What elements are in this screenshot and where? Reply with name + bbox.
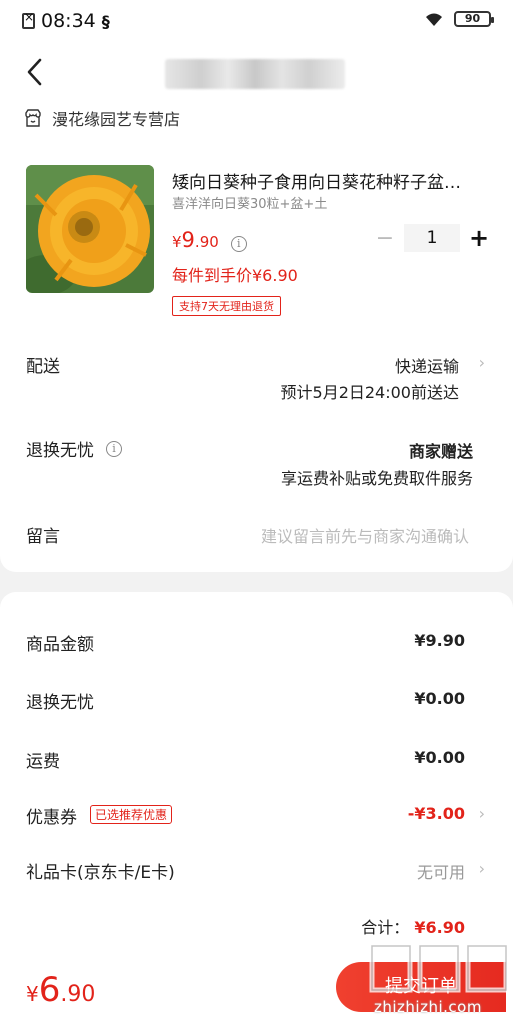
store-row[interactable]: 漫花缘园艺专营店 bbox=[24, 106, 180, 130]
coupon-value[interactable]: -¥3.00 bbox=[408, 804, 465, 823]
store-icon bbox=[24, 109, 42, 127]
return-fee-value: ¥0.00 bbox=[414, 689, 465, 708]
info-icon[interactable]: i bbox=[230, 236, 247, 252]
product-price: ¥ 9 .90 i bbox=[172, 228, 247, 252]
message-label: 留言 bbox=[26, 527, 60, 547]
return-fee-label: 退换无忧 bbox=[26, 693, 94, 713]
bottom-integer: 6 bbox=[38, 970, 61, 1010]
increase-button[interactable]: + bbox=[466, 224, 492, 252]
shipping-value: ¥0.00 bbox=[414, 748, 465, 767]
worry-free-label: 退换无忧 bbox=[26, 441, 94, 461]
goods-amount-label: 商品金额 bbox=[26, 635, 94, 655]
product-spec[interactable]: 喜洋洋向日葵30粒+盆+土 bbox=[172, 193, 327, 212]
delivery-eta: 预计5月2日24:00前送达 bbox=[280, 383, 459, 402]
order-card: 漫花缘园艺专营店 矮向日葵种子食用向日葵花种籽子盆… 喜洋洋向日葵30粒+盆+土… bbox=[0, 102, 513, 572]
delivery-method[interactable]: 快递运输 bbox=[395, 353, 459, 377]
info-icon[interactable]: i bbox=[106, 440, 122, 457]
status-right: 90 bbox=[424, 11, 494, 27]
product-title[interactable]: 矮向日葵种子食用向日葵花种籽子盆… bbox=[172, 168, 490, 193]
worry-free-value: 商家赠送 bbox=[408, 442, 473, 461]
delivery-label: 配送 bbox=[26, 357, 60, 377]
giftcard-label: 礼品卡(京东卡/E卡) bbox=[26, 863, 175, 883]
decrease-button[interactable]: − bbox=[372, 226, 398, 251]
page-title-blurred bbox=[165, 59, 345, 89]
giftcard-value[interactable]: 无可用 bbox=[417, 859, 465, 883]
return-policy-badge: 支持7天无理由退货 bbox=[172, 296, 281, 316]
watermark-text: zhizhizhi.com bbox=[374, 998, 482, 1016]
bottom-currency: ¥ bbox=[26, 982, 39, 1006]
store-name: 漫花缘园艺专营店 bbox=[52, 110, 181, 129]
product-image[interactable] bbox=[26, 165, 154, 293]
status-time: 08:34 bbox=[41, 10, 96, 32]
worry-free-desc: 享运费补贴或免费取件服务 bbox=[280, 469, 473, 488]
wifi-icon bbox=[424, 11, 444, 27]
summary-card: 商品金额 ¥9.90 退换无忧 ¥0.00 运费 ¥0.00 优惠券 已选推荐优… bbox=[0, 592, 513, 952]
unit-final-price: 每件到手价¥6.90 bbox=[172, 266, 298, 285]
back-arrow-icon[interactable] bbox=[24, 58, 48, 86]
coupon-badge: 已选推荐优惠 bbox=[90, 805, 173, 824]
price-currency: ¥ bbox=[172, 233, 182, 251]
nav-bar bbox=[0, 40, 513, 102]
message-input[interactable]: 建议留言前先与商家沟通确认 bbox=[261, 523, 469, 547]
bottom-total-price: ¥ 6 .90 bbox=[26, 970, 95, 1010]
status-bar: 08:34 § 90 bbox=[0, 0, 513, 40]
no-sim-icon bbox=[22, 10, 35, 29]
coupon-label: 优惠券 bbox=[26, 808, 77, 828]
goods-amount-value: ¥9.90 bbox=[414, 631, 465, 650]
chevron-right-icon[interactable]: › bbox=[479, 804, 485, 823]
price-integer: 9 bbox=[181, 228, 195, 252]
shipping-label: 运费 bbox=[26, 752, 60, 772]
battery-icon: 90 bbox=[454, 11, 494, 27]
price-decimal: .90 bbox=[194, 233, 219, 251]
quantity-stepper: − 1 + bbox=[372, 224, 492, 252]
worry-free-row: 退换无忧 i bbox=[26, 436, 122, 461]
chevron-right-icon[interactable]: › bbox=[479, 859, 485, 878]
notification-icon: § bbox=[101, 11, 110, 31]
bottom-decimal: .90 bbox=[60, 982, 96, 1007]
chevron-right-icon[interactable]: › bbox=[479, 353, 485, 372]
status-left: 08:34 § bbox=[22, 10, 110, 32]
quantity-value[interactable]: 1 bbox=[404, 224, 460, 252]
